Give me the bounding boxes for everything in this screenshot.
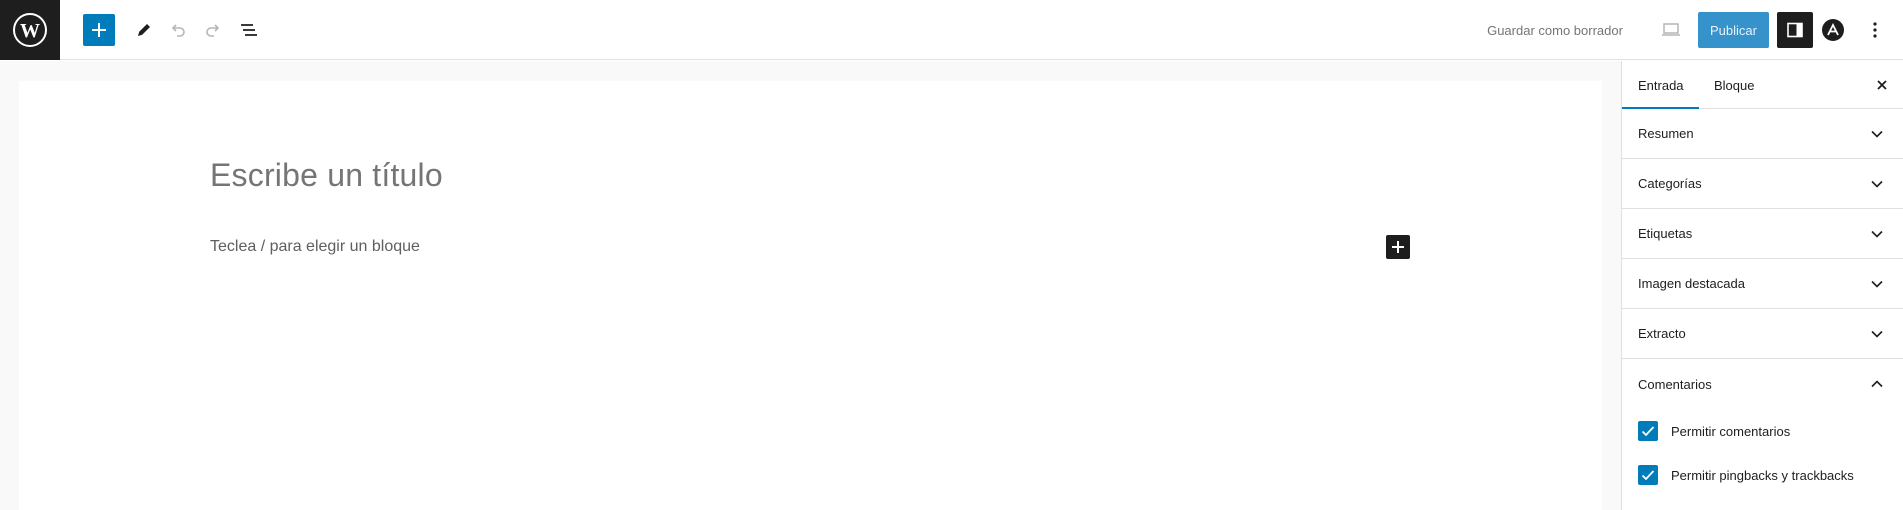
pencil-icon: [138, 24, 150, 36]
publish-button[interactable]: Publicar: [1698, 12, 1769, 48]
allow-comments-checkbox[interactable]: [1638, 421, 1658, 441]
chevron-down-icon: [1867, 224, 1887, 244]
allow-pingbacks-checkbox[interactable]: [1638, 465, 1658, 485]
desktop-preview-icon: [1662, 23, 1680, 36]
options-menu-button[interactable]: [1859, 14, 1891, 46]
panel-excerpt[interactable]: Extracto: [1622, 309, 1903, 359]
undo-icon: [171, 24, 185, 37]
chevron-down-icon: [1867, 274, 1887, 294]
chevron-down-icon: [1867, 324, 1887, 344]
check-icon: [1641, 426, 1655, 437]
list-view-button[interactable]: [233, 14, 265, 46]
panel-title: Imagen destacada: [1638, 276, 1745, 291]
chevron-down-icon: [1867, 124, 1887, 144]
check-icon: [1641, 470, 1655, 481]
sidebar-tabs: Entrada Bloque: [1622, 61, 1903, 109]
close-icon: [1877, 80, 1887, 90]
panel-categories[interactable]: Categorías: [1622, 159, 1903, 209]
list-view-icon: [241, 24, 257, 36]
allow-pingbacks-option[interactable]: Permitir pingbacks y trackbacks: [1622, 453, 1903, 497]
panel-title: Etiquetas: [1638, 226, 1693, 241]
settings-sidebar-toggle[interactable]: [1777, 12, 1813, 48]
allow-pingbacks-label: Permitir pingbacks y trackbacks: [1671, 467, 1854, 483]
preview-button[interactable]: [1655, 14, 1687, 46]
astra-settings-button[interactable]: [1821, 18, 1845, 42]
panel-summary[interactable]: Resumen: [1622, 109, 1903, 159]
editor-header: W Guardar como borrador Publicar: [0, 0, 1903, 60]
redo-button[interactable]: [197, 14, 229, 46]
tab-post[interactable]: Entrada: [1622, 61, 1700, 109]
panel-title: Extracto: [1638, 326, 1686, 341]
plus-icon: [1392, 241, 1404, 253]
chevron-down-icon: [1867, 174, 1887, 194]
panel-title: Resumen: [1638, 126, 1694, 141]
allow-comments-label: Permitir comentarios: [1671, 423, 1791, 439]
tools-button[interactable]: [128, 14, 160, 46]
editor-canvas-area: Escribe un título Teclea / para elegir u…: [0, 61, 1621, 510]
close-sidebar-button[interactable]: [1866, 69, 1898, 101]
tab-block[interactable]: Bloque: [1698, 61, 1770, 109]
allow-comments-option[interactable]: Permitir comentarios: [1622, 409, 1903, 453]
plus-icon: [92, 23, 106, 37]
wordpress-logo-icon[interactable]: W: [0, 0, 60, 60]
svg-text:W: W: [20, 20, 40, 42]
default-block-appender[interactable]: Teclea / para elegir un bloque: [210, 238, 420, 256]
astra-logo-icon: [1822, 19, 1844, 41]
editor-canvas[interactable]: Escribe un título Teclea / para elegir u…: [19, 81, 1602, 510]
block-inserter-button[interactable]: [83, 14, 115, 46]
panel-tags[interactable]: Etiquetas: [1622, 209, 1903, 259]
panel-featured-image[interactable]: Imagen destacada: [1622, 259, 1903, 309]
panel-title: Categorías: [1638, 176, 1702, 191]
sidebar-toggle-icon: [1787, 22, 1803, 38]
settings-sidebar: Entrada Bloque Resumen Categorías Etique…: [1621, 61, 1903, 510]
post-title-input[interactable]: Escribe un título: [210, 157, 443, 194]
panel-discussion[interactable]: Comentarios: [1622, 359, 1903, 409]
more-vertical-icon: [1873, 22, 1877, 38]
redo-icon: [206, 24, 220, 37]
add-block-button[interactable]: [1386, 235, 1410, 259]
save-draft-button[interactable]: Guardar como borrador: [1480, 14, 1630, 46]
undo-button[interactable]: [162, 14, 194, 46]
panel-title: Comentarios: [1638, 376, 1712, 392]
chevron-up-icon: [1867, 374, 1887, 394]
